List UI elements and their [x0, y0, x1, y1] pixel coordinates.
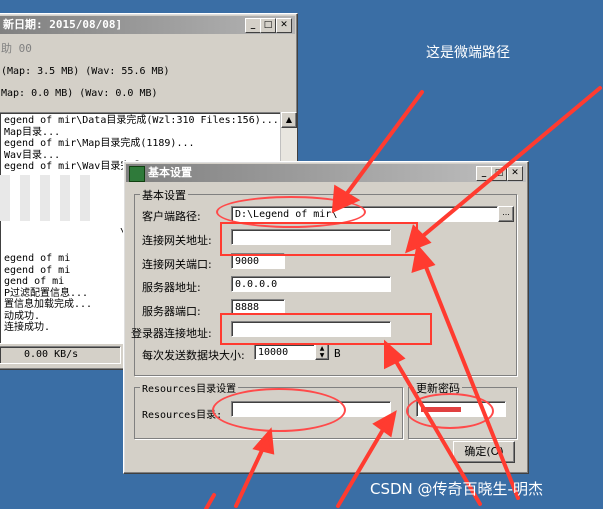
speed-value: 0.00 KB/s — [24, 349, 79, 360]
browse-button[interactable]: ... — [498, 206, 514, 222]
log-line: Map目录... — [4, 126, 61, 138]
chevron-up-icon[interactable]: ▲ — [320, 345, 325, 352]
server-port-label: 服务器端口: — [142, 305, 201, 318]
client-path-label: 客户端路径: — [142, 210, 201, 223]
log-line: egend of mi — [4, 253, 71, 264]
log-line: 置信息加载完成... — [4, 299, 93, 310]
login-address-highlight-box — [220, 313, 432, 345]
settings-dialog-titlebar[interactable]: 基本设置 _ □ ✕ — [126, 164, 526, 182]
maximize-icon[interactable]: □ — [260, 18, 276, 33]
block-size-stepper[interactable]: ▲ ▼ — [315, 344, 329, 360]
server-address-label: 服务器地址: — [142, 281, 201, 294]
log-line: P过滤配置信息... — [4, 287, 89, 299]
ok-button[interactable]: 确定(O) — [453, 441, 515, 463]
gateway-address-label: 连接网关地址: — [142, 234, 212, 247]
log-window-menu[interactable]: 助 00 — [1, 40, 32, 56]
log-window-title: 新日期: 2015/08/08] — [3, 18, 123, 31]
resources-dir-label: Resources目录: — [142, 410, 223, 421]
log-line: Wav目录... — [4, 149, 61, 161]
resources-group-title: Resources目录设置 — [140, 380, 239, 395]
log-line: egend of mir\Map目录完成(1189)... — [4, 138, 195, 149]
login-address-label: 登录器连接地址: — [131, 327, 212, 340]
basic-settings-group-title: 基本设置 — [140, 187, 188, 203]
gateway-address-highlight-box — [220, 222, 418, 256]
arrow-left-bottom — [204, 493, 216, 509]
scroll-up-icon[interactable]: ▲ — [281, 112, 297, 128]
log-line: 连接成功. — [4, 322, 51, 333]
minimize-icon[interactable]: _ — [245, 18, 261, 33]
block-size-input[interactable]: 10000 — [254, 344, 315, 360]
stat-line-2: Map: 0.0 MB) (Wav: 0.0 MB) — [1, 88, 158, 99]
blurred-region — [0, 175, 90, 221]
log-line: gend of mi — [4, 276, 65, 287]
log-line: egend of mir\Data目录完成(Wzl:310 Files:156)… — [4, 115, 279, 126]
minimize-icon[interactable]: _ — [476, 166, 492, 181]
server-address-input[interactable]: 0.0.0.0 — [231, 276, 391, 292]
password-highlight-ellipse — [406, 393, 494, 429]
speed-panel: 0.00 KB/s — [0, 346, 121, 364]
log-line: 动成功. — [4, 310, 41, 322]
log-line: egend of mi — [4, 264, 71, 276]
annotation-label: 这是微端路径 — [426, 45, 510, 61]
block-size-unit: B — [334, 347, 341, 360]
resources-dir-highlight-ellipse — [212, 388, 346, 432]
settings-dialog-title: 基本设置 — [148, 166, 192, 179]
log-window-titlebar[interactable]: 新日期: 2015/08/08] _ □ ✕ — [0, 16, 295, 34]
close-icon[interactable]: ✕ — [276, 18, 292, 33]
gateway-port-label: 连接网关端口: — [142, 258, 212, 271]
app-icon — [129, 166, 145, 182]
block-size-label: 每次发送数据块大小: — [142, 349, 245, 362]
log-line: egend of mir\Wav目录完成 — [4, 161, 141, 172]
watermark: CSDN @传奇百晓生-明杰 — [370, 480, 543, 498]
stat-line-1: (Map: 3.5 MB) (Wav: 55.6 MB) — [1, 66, 170, 77]
maximize-icon[interactable]: □ — [491, 166, 507, 181]
chevron-down-icon[interactable]: ▼ — [320, 352, 325, 359]
close-icon[interactable]: ✕ — [507, 166, 523, 181]
